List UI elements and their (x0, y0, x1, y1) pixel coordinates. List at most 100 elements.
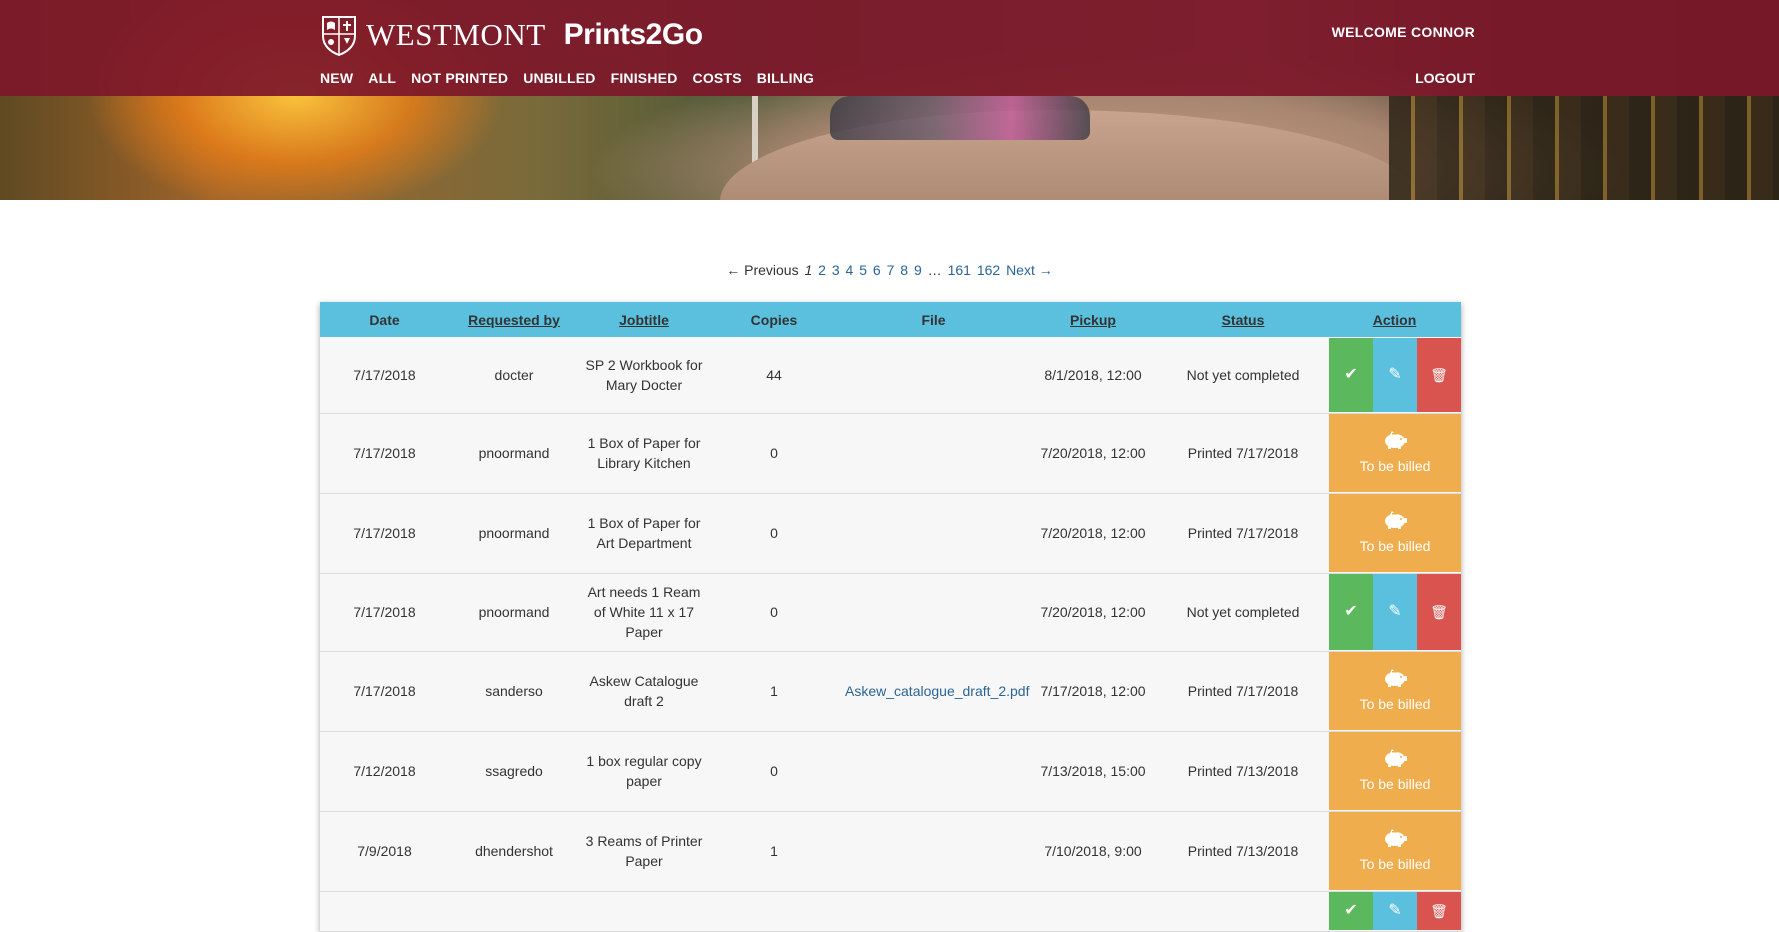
edit-button[interactable]: ✎ (1373, 337, 1417, 412)
jobs-table: Date Requested by Jobtitle Copies File P… (320, 302, 1461, 932)
cell-jobtitle: 1 Box of Paper for Library Kitchen (587, 435, 701, 471)
edit-button[interactable]: ✎ (1373, 574, 1417, 650)
pagination: ← Previous 1 2 3 4 5 6 7 8 9 … 161 162 N… (0, 262, 1779, 278)
piggy-bank-icon (1382, 828, 1408, 850)
cell-pickup (1028, 891, 1158, 931)
pagination-previous: ← Previous (726, 262, 799, 278)
cell-requested-by: dhendershot (475, 843, 553, 859)
pagination-page-8[interactable]: 8 (900, 262, 908, 278)
cell-jobtitle: Art needs 1 Ream of White 11 x 17 Paper (587, 584, 701, 640)
pagination-page-6[interactable]: 6 (873, 262, 881, 278)
cell-copies: 0 (770, 525, 778, 541)
column-header-file: File (839, 302, 1028, 337)
piggy-bank-icon (1382, 748, 1408, 770)
table-row: 7/17/2018 sanderso Askew Catalogue draft 2… (320, 651, 1461, 731)
westmont-wordmark: WESTMONT (366, 17, 546, 52)
to-be-billed-button[interactable]: To be billed (1329, 652, 1461, 730)
pagination-page-2[interactable]: 2 (818, 262, 826, 278)
file-link[interactable]: Askew_catalogue_draft_2.pdf (845, 683, 1029, 699)
banner-building (1389, 96, 1779, 200)
complete-button[interactable]: ✔ (1329, 892, 1373, 930)
to-be-billed-button[interactable]: To be billed (1329, 812, 1461, 890)
pagination-next[interactable]: Next → (1006, 262, 1053, 278)
table-body: 7/17/2018 docter SP 2 Workbook for Mary Do… (320, 337, 1461, 931)
top-bar: WESTMONT Prints2Go WELCOME CONNOR NEW AL… (0, 0, 1779, 96)
complete-button[interactable]: ✔ (1329, 337, 1373, 412)
brand[interactable]: WESTMONT Prints2Go (320, 14, 703, 56)
nav-all[interactable]: ALL (368, 70, 396, 86)
column-header-pickup[interactable]: Pickup (1028, 302, 1158, 337)
cell-file (839, 891, 1028, 931)
cell-pickup: 8/1/2018, 12:00 (1044, 366, 1142, 383)
app-name: Prints2Go (563, 18, 703, 51)
cell-jobtitle: SP 2 Workbook for Mary Docter (585, 356, 703, 393)
cell-jobtitle: 3 Reams of Printer Paper (585, 833, 703, 869)
cell-copies (709, 891, 839, 931)
cell-date: 7/17/2018 (353, 683, 416, 699)
nav-new[interactable]: NEW (320, 70, 353, 86)
cell-action: To be billed (1328, 811, 1461, 891)
table-row: 7/12/2018 ssagredo 1 box regular copy pape… (320, 731, 1461, 811)
pagination-page-3[interactable]: 3 (832, 262, 840, 278)
to-be-billed-label: To be billed (1359, 775, 1431, 792)
to-be-billed-button[interactable]: To be billed (1329, 414, 1461, 492)
cell-status: Printed 7/17/2018 (1187, 683, 1299, 699)
cell-pickup: 7/20/2018, 12:00 (1040, 604, 1146, 620)
jobs-table-container: Date Requested by Jobtitle Copies File P… (320, 302, 1461, 932)
to-be-billed-label: To be billed (1359, 695, 1431, 712)
cell-file (839, 811, 1028, 891)
nav-finished[interactable]: FINISHED (611, 70, 678, 86)
pagination-page-9[interactable]: 9 (914, 262, 922, 278)
cell-requested-by: pnoormand (478, 445, 550, 461)
column-header-requested-by[interactable]: Requested by (449, 302, 579, 337)
nav-billing[interactable]: BILLING (757, 70, 814, 86)
pagination-page-162[interactable]: 162 (977, 262, 1000, 278)
column-header-jobtitle[interactable]: Jobtitle (579, 302, 709, 337)
cell-date: 7/17/2018 (353, 445, 416, 461)
pagination-page-7[interactable]: 7 (887, 262, 895, 278)
table-row: 7/17/2018 pnoormand Art needs 1 Ream of Wh… (320, 573, 1461, 651)
to-be-billed-button[interactable]: To be billed (1329, 494, 1461, 572)
cell-status: Printed 7/17/2018 (1187, 525, 1299, 541)
table-row: 7/17/2018 pnoormand 1 Box of Paper for Art… (320, 493, 1461, 573)
column-header-status[interactable]: Status (1158, 302, 1328, 337)
cell-date: 7/12/2018 (353, 763, 416, 779)
cell-pickup: 7/17/2018, 12:00 (1040, 683, 1146, 699)
cell-date: 7/9/2018 (357, 843, 412, 859)
delete-button[interactable]: 🗑 (1417, 337, 1461, 412)
delete-button[interactable]: 🗑 (1417, 892, 1461, 930)
cell-jobtitle: 1 Box of Paper for Art Department (587, 515, 701, 551)
cell-jobtitle: Askew Catalogue draft 2 (589, 673, 699, 709)
nav-unbilled[interactable]: UNBILLED (523, 70, 595, 86)
pencil-icon: ✎ (1388, 603, 1402, 620)
cell-file (839, 413, 1028, 493)
cell-pickup: 7/13/2018, 15:00 (1040, 763, 1146, 779)
pagination-page-161[interactable]: 161 (948, 262, 971, 278)
cell-requested-by (449, 891, 579, 931)
cell-file (839, 493, 1028, 573)
cell-date: 7/17/2018 (353, 604, 416, 620)
cell-pickup: 7/10/2018, 9:00 (1044, 843, 1142, 859)
to-be-billed-button[interactable]: To be billed (1329, 732, 1461, 810)
logout-link[interactable]: LOGOUT (1415, 70, 1475, 86)
cell-copies: 1 (770, 683, 778, 699)
edit-button[interactable]: ✎ (1373, 892, 1417, 930)
nav-not-printed[interactable]: NOT PRINTED (411, 70, 508, 86)
cell-date: 7/17/2018 (353, 525, 416, 541)
cell-status: Printed 7/17/2018 (1187, 445, 1299, 461)
to-be-billed-label: To be billed (1359, 855, 1431, 872)
delete-button[interactable]: 🗑 (1417, 574, 1461, 650)
cell-copies: 0 (770, 763, 778, 779)
table-row: ✔ ✎ 🗑 (320, 891, 1461, 931)
trash-icon: 🗑 (1430, 604, 1448, 620)
welcome-message: WELCOME CONNOR (1331, 24, 1475, 40)
pagination-page-4[interactable]: 4 (846, 262, 854, 278)
complete-button[interactable]: ✔ (1329, 574, 1373, 650)
cell-action: ✔ ✎ 🗑 (1328, 891, 1461, 931)
cell-status: Printed 7/13/2018 (1187, 843, 1299, 859)
column-header-copies: Copies (709, 302, 839, 337)
nav-costs[interactable]: COSTS (693, 70, 742, 86)
cell-requested-by: docter (494, 366, 534, 383)
pagination-page-5[interactable]: 5 (859, 262, 867, 278)
column-header-action[interactable]: Action (1328, 302, 1461, 337)
